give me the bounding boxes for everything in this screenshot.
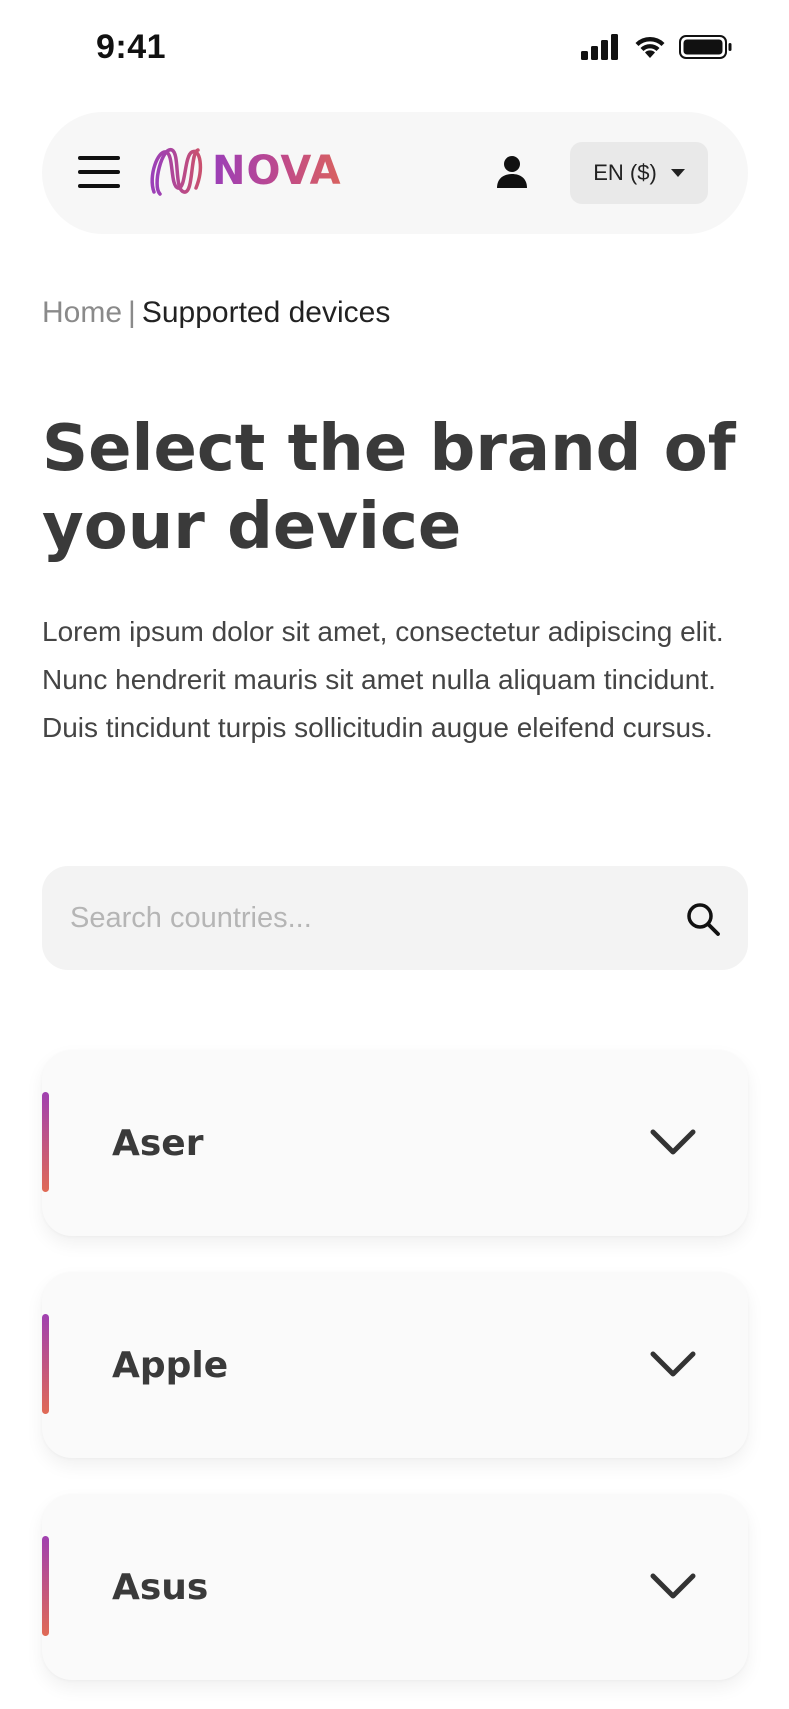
chevron-down-icon[interactable] xyxy=(648,1348,698,1382)
search-icon[interactable] xyxy=(684,900,722,938)
wifi-icon xyxy=(635,36,665,58)
brand-item-apple[interactable]: Apple xyxy=(42,1272,748,1458)
chevron-down-icon[interactable] xyxy=(648,1570,698,1604)
brand-accent-bar xyxy=(42,1536,49,1636)
status-time: 9:41 xyxy=(96,28,167,66)
language-currency-selector[interactable]: EN ($) xyxy=(570,142,708,204)
brand-accent-bar xyxy=(42,1314,49,1414)
status-icons xyxy=(581,34,733,60)
hamburger-menu-icon[interactable] xyxy=(78,154,120,190)
breadcrumb-current: Supported devices xyxy=(141,296,391,329)
search-input[interactable] xyxy=(70,866,650,970)
page-title: Select the brand of your device xyxy=(42,412,736,564)
breadcrumb: Home | Supported devices xyxy=(42,296,390,330)
header-bar: NOVA EN ($) xyxy=(42,112,748,234)
brand-name: Apple xyxy=(112,1344,229,1386)
breadcrumb-separator: | xyxy=(128,296,136,329)
signal-icon xyxy=(581,34,618,60)
brand-name: Asus xyxy=(112,1566,209,1608)
battery-icon xyxy=(679,35,732,59)
caret-down-icon xyxy=(670,169,685,177)
page-description: Lorem ipsum dolor sit amet, consectetur … xyxy=(42,616,724,743)
breadcrumb-home-link[interactable]: Home xyxy=(42,296,122,329)
status-bar: 9:41 xyxy=(0,0,789,100)
language-label: EN ($) xyxy=(593,160,657,185)
logo-text: NOVA xyxy=(212,148,342,194)
nova-logo-mark-icon xyxy=(150,148,203,196)
chevron-down-icon[interactable] xyxy=(648,1126,698,1160)
search-box xyxy=(42,866,748,970)
brand-accent-bar xyxy=(42,1092,49,1192)
page: 9:41 NOVA EN ($) Home | Supported device… xyxy=(0,0,789,1709)
brand-name: Aser xyxy=(112,1122,204,1164)
brand-item-aser[interactable]: Aser xyxy=(42,1050,748,1236)
brand-item-asus[interactable]: Asus xyxy=(42,1494,748,1680)
user-icon[interactable] xyxy=(492,152,532,192)
nova-logo[interactable]: NOVA xyxy=(148,142,342,200)
